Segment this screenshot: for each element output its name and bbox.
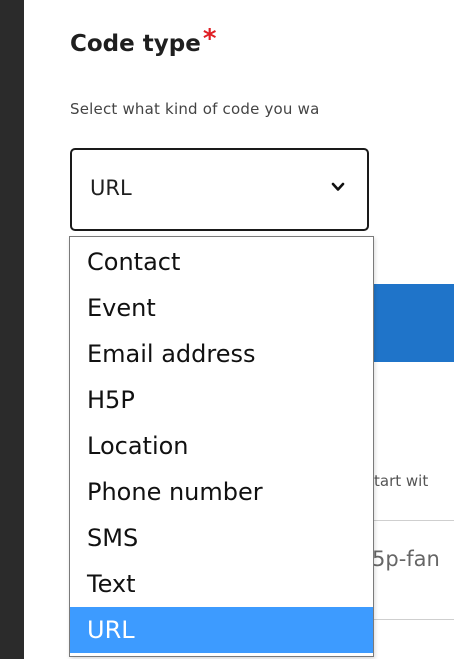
code-type-label: Code type* [70,24,216,58]
option-text[interactable]: Text [70,561,373,607]
option-url[interactable]: URL [70,607,373,653]
option-phone-number[interactable]: Phone number [70,469,373,515]
option-h5p[interactable]: H5P [70,377,373,423]
hidden-hint-text: tart wit [374,472,429,490]
code-type-label-text: Code type [70,31,201,57]
chevron-down-icon [331,182,345,191]
partially-hidden-button[interactable] [370,284,454,362]
select-current-value: URL [90,176,132,200]
code-type-description: Select what kind of code you wa [70,100,320,118]
left-sidebar-edge [0,0,24,659]
code-type-dropdown-list: Contact Event Email address H5P Location… [69,236,374,657]
option-sms[interactable]: SMS [70,515,373,561]
code-type-select[interactable]: URL [70,148,369,231]
option-location[interactable]: Location [70,423,373,469]
option-email-address[interactable]: Email address [70,331,373,377]
option-event[interactable]: Event [70,285,373,331]
option-contact[interactable]: Contact [70,237,373,285]
partially-hidden-input-value: 5p-fan [372,547,440,571]
partially-hidden-input[interactable]: 5p-fan [370,520,454,620]
required-marker: * [202,24,217,54]
